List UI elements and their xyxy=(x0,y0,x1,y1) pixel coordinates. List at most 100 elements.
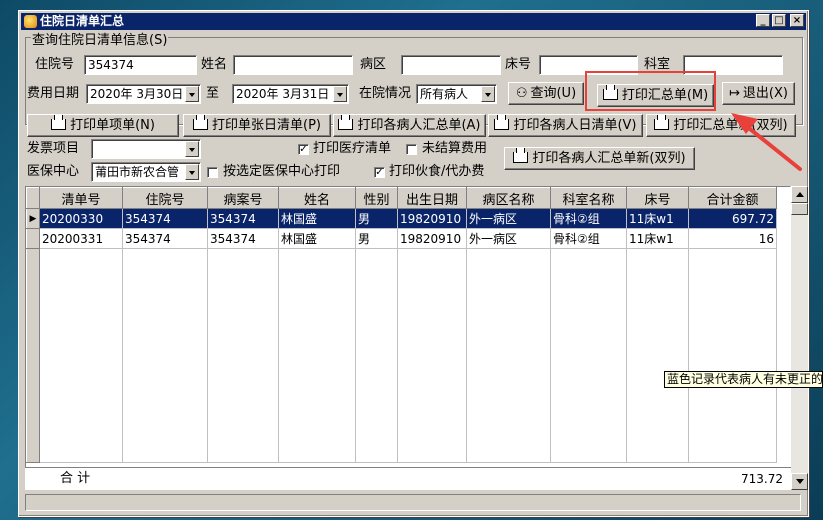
window-title: 住院日清单汇总 xyxy=(40,14,125,28)
group-title: 查询住院日清单信息(S) xyxy=(31,32,169,50)
table-cell[interactable]: 11床w1 xyxy=(626,208,689,229)
admission-no-input[interactable]: 354374 xyxy=(84,55,197,75)
table-cell[interactable]: 354374 xyxy=(122,208,208,229)
printer-icon xyxy=(513,148,529,163)
by-center-checkbox[interactable] xyxy=(207,167,218,178)
print-items-button[interactable]: 打印单项单(N) xyxy=(27,114,179,137)
bed-label: 床号 xyxy=(505,57,532,72)
table-cell[interactable]: 林国盛 xyxy=(278,208,356,229)
table-cell[interactable]: 男 xyxy=(355,208,398,229)
status-bar xyxy=(25,494,801,511)
total-value: 713.72 xyxy=(741,472,783,486)
invoice-label: 发票项目 xyxy=(27,141,80,156)
minimize-button[interactable]: _ xyxy=(756,14,770,27)
table-cell[interactable]: 354374 xyxy=(122,228,208,249)
query-button-label: 查询(U) xyxy=(530,86,577,101)
chevron-down-icon[interactable] xyxy=(185,164,199,180)
fee-date-label: 费用日期 xyxy=(27,86,80,101)
tooltip: 蓝色记录代表病人有未更正的 xyxy=(664,371,823,388)
print-single-daily-button[interactable]: 打印单张日清单(P) xyxy=(183,114,331,137)
print-food-checkbox[interactable]: ✓ xyxy=(374,167,385,178)
print-food-label: 打印伙食/代办费 xyxy=(389,164,485,179)
printer-icon xyxy=(51,115,67,130)
table-cell[interactable]: 16 xyxy=(688,228,777,249)
column-header[interactable]: 性别 xyxy=(355,187,398,209)
binoculars-icon: ⚇ xyxy=(515,86,528,101)
date-from-value: 2020年 3月30日 xyxy=(90,87,184,101)
table-header: 清单号 住院号 病案号 姓名 性别 出生日期 病区名称 科室名称 床号 合计金额 xyxy=(26,187,777,209)
table-row[interactable]: 20200331 354374 354374 林国盛 男 19820910 外一… xyxy=(26,228,777,249)
chevron-down-icon[interactable] xyxy=(481,86,495,102)
scroll-up-icon[interactable] xyxy=(791,186,808,203)
name-input[interactable] xyxy=(233,55,353,75)
table-cell[interactable]: 外一病区 xyxy=(466,208,551,229)
print-each-daily-button[interactable]: 打印各病人日清单(V) xyxy=(488,114,643,137)
total-row: 合 计 713.72 xyxy=(25,467,791,490)
table-cell[interactable]: 354374 xyxy=(207,208,279,229)
date-from-picker[interactable]: 2020年 3月30日 xyxy=(86,84,201,104)
table-cell[interactable]: 697.72 xyxy=(688,208,777,229)
print-each-summary-new-button[interactable]: 打印各病人汇总单新(双列) xyxy=(504,147,695,170)
center-value: 莆田市新农合管 xyxy=(95,165,180,179)
table-cell[interactable]: 骨科②组 xyxy=(550,208,627,229)
status-value: 所有病人 xyxy=(420,87,469,101)
table-cell[interactable]: 男 xyxy=(355,228,398,249)
invoice-select[interactable] xyxy=(91,139,201,159)
status-label: 在院情况 xyxy=(359,86,412,101)
print-medical-checkbox[interactable]: ✓ xyxy=(298,144,309,155)
unsettled-label: 未结算费用 xyxy=(422,141,488,156)
table-row[interactable]: ▶ 20200330 354374 354374 林国盛 男 19820910 … xyxy=(26,208,777,229)
column-header[interactable]: 合计金额 xyxy=(688,187,777,209)
table-cell[interactable]: 林国盛 xyxy=(278,228,356,249)
date-to-picker[interactable]: 2020年 3月31日 xyxy=(232,84,349,104)
query-button[interactable]: ⚇ 查询(U) xyxy=(508,82,584,105)
status-select[interactable]: 所有病人 xyxy=(416,84,497,104)
column-header[interactable]: 科室名称 xyxy=(550,187,627,209)
printer-icon xyxy=(654,115,670,130)
column-header[interactable]: 清单号 xyxy=(39,187,123,209)
exit-button[interactable]: ↦ 退出(X) xyxy=(722,82,795,105)
print-each-summary-button[interactable]: 打印各病人汇总单(A) xyxy=(333,114,486,137)
exit-button-label: 退出(X) xyxy=(742,86,788,101)
table-cell[interactable]: 19820910 xyxy=(397,208,467,229)
print-medical-label: 打印医疗清单 xyxy=(313,141,392,156)
print-summary-new-button[interactable]: 打印汇总单新(双列) xyxy=(646,114,796,137)
table-cell[interactable]: 20200331 xyxy=(39,228,123,249)
table-cell[interactable]: 外一病区 xyxy=(466,228,551,249)
column-header[interactable]: 病区名称 xyxy=(466,187,551,209)
table-cell[interactable]: 11床w1 xyxy=(626,228,689,249)
current-row-indicator: ▶ xyxy=(26,208,40,229)
column-header[interactable]: 住院号 xyxy=(122,187,208,209)
chevron-down-icon[interactable] xyxy=(185,141,199,157)
unsettled-checkbox[interactable] xyxy=(406,144,417,155)
table-cell[interactable]: 19820910 xyxy=(397,228,467,249)
chevron-down-icon[interactable] xyxy=(185,86,199,102)
date-to-label: 至 xyxy=(206,86,220,101)
center-select[interactable]: 莆田市新农合管 xyxy=(91,162,201,182)
ward-label: 病区 xyxy=(360,57,387,72)
close-button[interactable]: × xyxy=(790,14,804,27)
printer-icon xyxy=(494,115,510,130)
scroll-down-icon[interactable] xyxy=(791,473,808,490)
column-header[interactable]: 姓名 xyxy=(278,187,356,209)
table-cell[interactable]: 354374 xyxy=(207,228,279,249)
name-label: 姓名 xyxy=(201,57,228,72)
chevron-down-icon[interactable] xyxy=(333,86,347,102)
maximize-button[interactable]: □ xyxy=(772,14,786,27)
scroll-thumb[interactable] xyxy=(791,203,808,215)
app-icon xyxy=(24,15,37,28)
column-header[interactable]: 床号 xyxy=(626,187,689,209)
bill-table[interactable]: 清单号 住院号 病案号 姓名 性别 出生日期 病区名称 科室名称 床号 合计金额… xyxy=(25,186,791,490)
exit-door-icon: ↦ xyxy=(729,86,740,101)
column-header[interactable]: 出生日期 xyxy=(397,187,467,209)
bill-table-body: 清单号 住院号 病案号 姓名 性别 出生日期 病区名称 科室名称 床号 合计金额… xyxy=(26,187,777,463)
table-cell[interactable]: 骨科②组 xyxy=(550,228,627,249)
date-to-value: 2020年 3月31日 xyxy=(236,87,330,101)
printer-icon xyxy=(193,115,208,130)
table-cell[interactable]: 20200330 xyxy=(39,208,123,229)
column-header[interactable]: 病案号 xyxy=(207,187,279,209)
vertical-scrollbar[interactable] xyxy=(791,186,808,490)
ward-input[interactable] xyxy=(401,55,501,75)
annotation-highlight-box xyxy=(585,71,716,111)
printer-icon xyxy=(338,115,354,130)
